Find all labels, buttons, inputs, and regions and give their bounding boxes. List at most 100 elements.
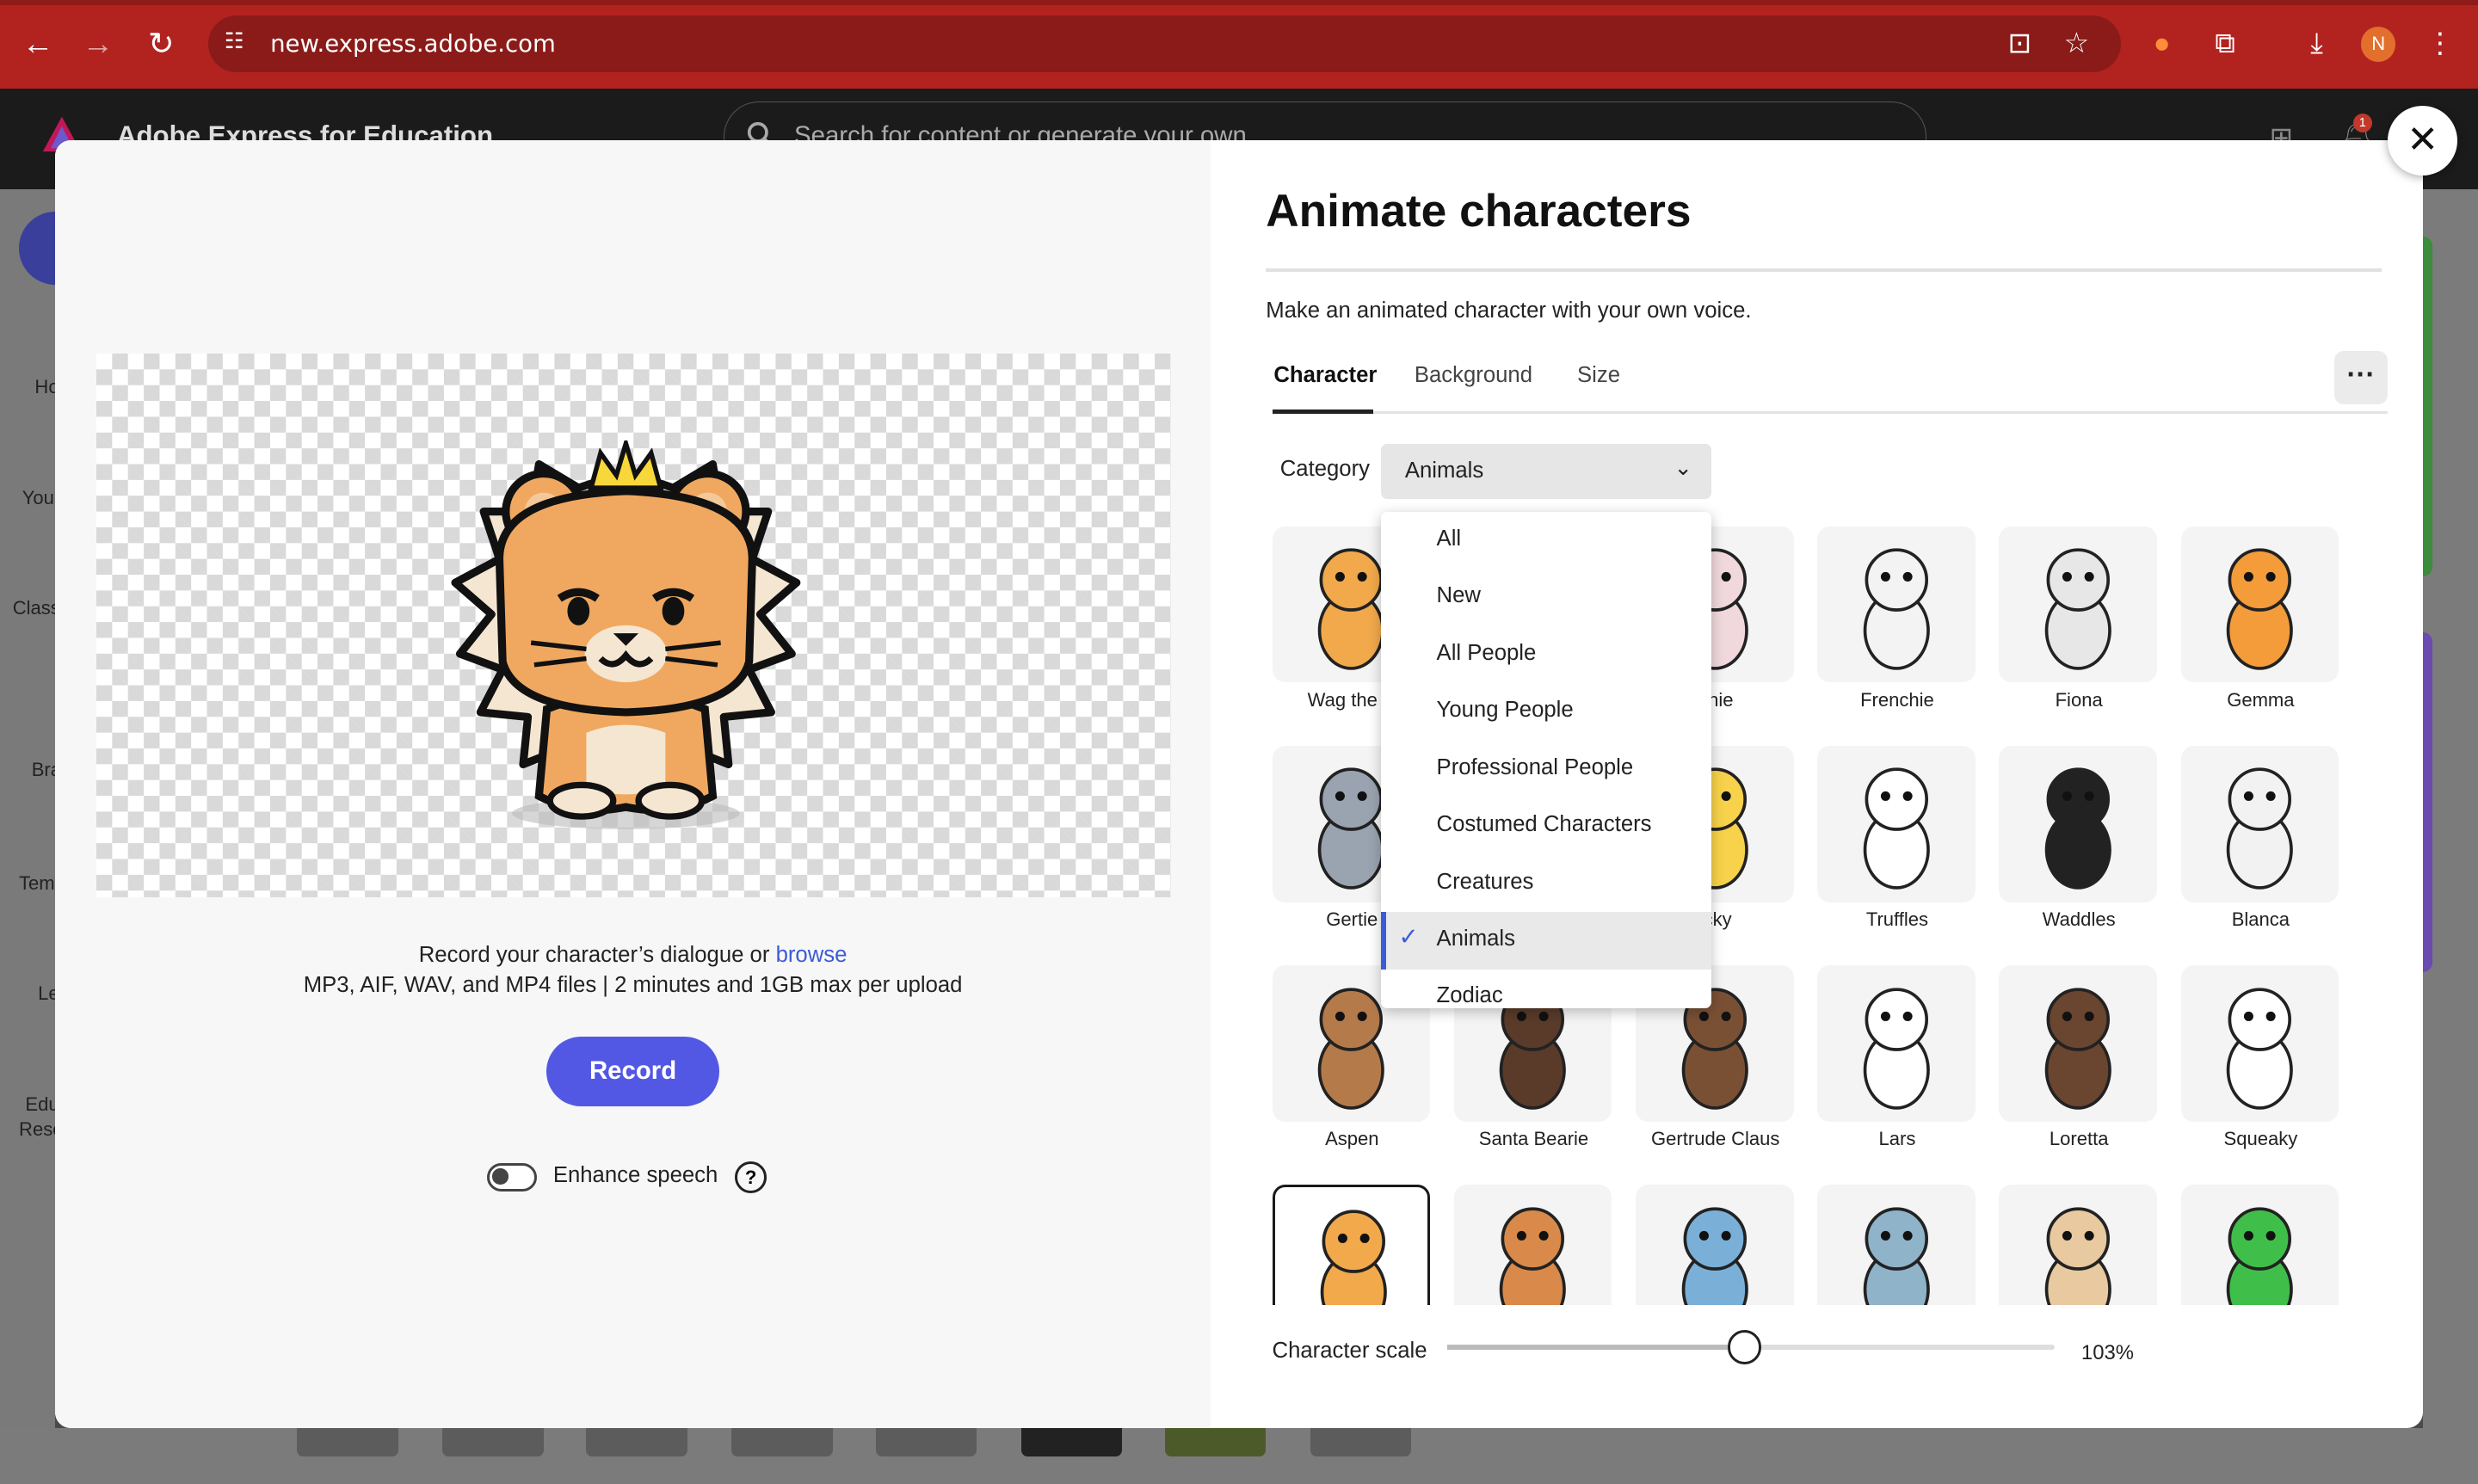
left-rail: Ho You Class Bra Tem Le Edu Reso — [0, 189, 92, 1484]
rail-label-templates[interactable]: Tem — [19, 872, 55, 895]
character-name[interactable]: Waddles — [1988, 908, 2170, 931]
character-scale-value: 103% — [2080, 1341, 2134, 1365]
more-options-icon[interactable]: ··· — [2333, 350, 2389, 405]
category-option[interactable]: Costumed Characters — [1381, 798, 1711, 855]
chevron-down-icon: ⌄ — [1674, 455, 1693, 480]
browser-toolbar: ← → ↻ ☷ new.express.adobe.com ⊡ ☆ ● ⧉ ⤓ … — [0, 0, 2478, 89]
category-option[interactable]: Professional People — [1381, 741, 1711, 797]
tab-size[interactable]: Size — [1577, 363, 1620, 388]
extension-icon[interactable]: ● — [2143, 25, 2181, 63]
character-name[interactable]: Squeaky — [2170, 1128, 2352, 1150]
category-option-label: Animals — [1436, 926, 1515, 951]
character-thumbnail — [2226, 1207, 2294, 1306]
character-card[interactable] — [1817, 965, 1976, 1123]
tab-strip — [0, 0, 2478, 5]
character-thumbnail — [2044, 987, 2111, 1110]
browser-menu-icon[interactable]: ⋮ — [2421, 25, 2459, 63]
character-thumbnail — [1681, 1207, 1748, 1306]
extensions-puzzle-icon[interactable]: ⧉ — [2206, 25, 2244, 63]
category-option-label: All — [1436, 526, 1462, 551]
category-label: Category — [1279, 456, 1371, 481]
preview-canvas — [96, 354, 1171, 898]
active-tab-indicator — [1272, 409, 1374, 415]
reload-icon[interactable]: ↻ — [142, 25, 180, 63]
character-name[interactable]: Lars — [1806, 1128, 1988, 1150]
character-name[interactable]: Loretta — [1988, 1128, 2170, 1150]
character-card[interactable] — [2180, 1185, 2339, 1306]
category-option[interactable]: Zodiac — [1381, 970, 1711, 1008]
enhance-speech-toggle[interactable] — [486, 1162, 538, 1192]
address-bar[interactable]: ☷ new.express.adobe.com — [208, 15, 2121, 73]
rail-label-your[interactable]: You — [22, 487, 54, 509]
character-card[interactable] — [1817, 1185, 1976, 1306]
record-instructions-text: Record your character’s dialogue or — [418, 943, 770, 968]
tab-background[interactable]: Background — [1415, 363, 1532, 388]
bg-thumbnail — [1310, 1428, 1412, 1457]
category-option-label: Creatures — [1436, 869, 1534, 894]
character-card[interactable] — [1999, 745, 2158, 902]
character-name[interactable]: Frenchie — [1806, 689, 1988, 711]
record-button[interactable]: Record — [546, 1036, 719, 1106]
character-name[interactable]: Blanca — [2170, 908, 2352, 931]
site-settings-icon[interactable]: ☷ — [225, 28, 253, 57]
category-select[interactable]: Animals ⌄ — [1381, 444, 1712, 500]
character-card[interactable] — [1999, 1185, 2158, 1306]
character-card[interactable] — [1999, 965, 2158, 1123]
character-scale-fill — [1447, 1345, 1745, 1350]
download-icon[interactable]: ⤓ — [2298, 25, 2336, 63]
help-icon[interactable]: ? — [735, 1161, 767, 1194]
forward-icon[interactable]: → — [79, 25, 117, 63]
category-option-label: Costumed Characters — [1436, 812, 1652, 837]
character-scale-thumb[interactable] — [1727, 1330, 1761, 1364]
rail-label-edu[interactable]: Edu — [25, 1093, 59, 1116]
animate-characters-dialog: Record your character’s dialogue or brow… — [55, 140, 2423, 1429]
character-card[interactable] — [2180, 526, 2339, 683]
enhance-speech-label: Enhance speech — [552, 1162, 718, 1187]
character-card[interactable] — [1453, 1185, 1612, 1306]
preview-panel: Record your character’s dialogue or brow… — [55, 140, 1211, 1429]
bookmark-star-icon[interactable]: ☆ — [2057, 25, 2095, 63]
category-option[interactable]: Creatures — [1381, 855, 1711, 912]
back-icon[interactable]: ← — [19, 25, 57, 63]
character-card[interactable] — [1272, 1185, 1431, 1306]
category-option-label: Professional People — [1436, 754, 1634, 779]
character-scale-label: Character scale — [1272, 1338, 1427, 1363]
category-option[interactable]: Young People — [1381, 684, 1711, 741]
character-card[interactable] — [1999, 526, 2158, 683]
character-card[interactable] — [1817, 745, 1976, 902]
rail-label-class[interactable]: Class — [13, 597, 60, 619]
character-card[interactable] — [2180, 965, 2339, 1123]
character-card[interactable] — [1817, 526, 1976, 683]
bg-thumbnail — [442, 1428, 544, 1457]
lion-character-preview — [451, 440, 801, 830]
dialog-description: Make an animated character with your own… — [1266, 299, 1752, 323]
bg-thumbnail — [731, 1428, 833, 1457]
character-card[interactable] — [1635, 1185, 1794, 1306]
character-thumbnail — [1863, 548, 1930, 670]
character-thumbnail — [1500, 1207, 1567, 1306]
character-thumbnail — [2044, 767, 2111, 890]
install-app-icon[interactable]: ⊡ — [2000, 25, 2038, 63]
dialog-title: Animate characters — [1266, 185, 1692, 237]
profile-avatar[interactable]: N — [2361, 27, 2396, 62]
character-thumbnail — [2226, 767, 2294, 890]
category-option[interactable]: ✓ Animals — [1381, 912, 1712, 970]
category-option-label: Zodiac — [1436, 983, 1503, 1008]
category-option[interactable]: New — [1381, 570, 1711, 626]
character-name[interactable]: Gertrude Claus — [1624, 1128, 1806, 1150]
character-name[interactable]: Truffles — [1806, 908, 1988, 931]
character-name[interactable]: Fiona — [1988, 689, 2170, 711]
bg-thumbnail — [875, 1428, 977, 1457]
character-name[interactable]: Aspen — [1273, 1128, 1443, 1150]
category-option[interactable]: All People — [1381, 626, 1711, 683]
bg-thumbnail — [1020, 1428, 1123, 1457]
character-thumbnail — [1320, 1210, 1387, 1306]
close-dialog-button[interactable]: ✕ — [2388, 106, 2458, 175]
character-card[interactable] — [2180, 745, 2339, 902]
character-name[interactable]: Santa Bearie — [1443, 1128, 1624, 1150]
title-divider — [1266, 268, 2382, 272]
character-name[interactable]: Gemma — [2170, 689, 2352, 711]
browse-link[interactable]: browse — [776, 943, 848, 967]
tab-character[interactable]: Character — [1273, 363, 1377, 388]
category-option[interactable]: All — [1381, 512, 1711, 569]
